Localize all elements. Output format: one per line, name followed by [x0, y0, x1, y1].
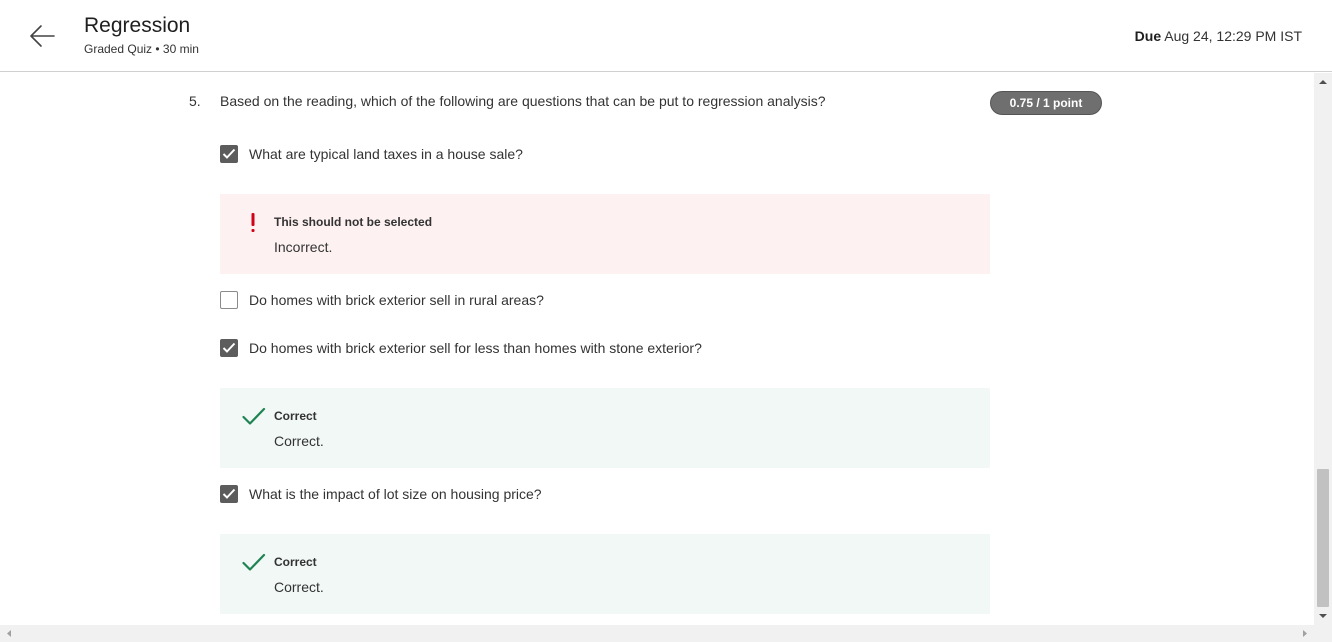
scroll-up-arrow-icon[interactable]	[1314, 75, 1332, 89]
due-date: Due Aug 24, 12:29 PM IST	[1135, 28, 1302, 44]
check-mark-icon	[222, 148, 236, 159]
vertical-scroll-thumb[interactable]	[1317, 469, 1329, 607]
feedback-text: Correct.	[274, 433, 324, 449]
quiz-content: 5. Based on the reading, which of the fo…	[0, 73, 1314, 625]
question-text: Based on the reading, which of the follo…	[220, 93, 826, 109]
feedback-text: Incorrect.	[274, 239, 333, 255]
check-mark-icon	[222, 342, 236, 353]
page-title: Regression	[84, 14, 191, 37]
checkbox-checked[interactable]	[220, 485, 238, 503]
feedback-text: Correct.	[274, 579, 324, 595]
feedback-title: Correct	[274, 555, 317, 569]
due-value: Aug 24, 12:29 PM IST	[1164, 28, 1302, 44]
feedback-incorrect: This should not be selected Incorrect.	[220, 194, 990, 274]
checkmark-icon	[242, 406, 266, 428]
vertical-scrollbar[interactable]	[1314, 73, 1332, 625]
due-label: Due	[1134, 28, 1162, 44]
checkmark-icon	[242, 552, 266, 574]
back-arrow-icon[interactable]	[26, 20, 58, 52]
quiz-subtitle: Graded Quiz • 30 min	[84, 42, 199, 56]
option-label: What are typical land taxes in a house s…	[249, 146, 523, 162]
score-badge: 0.75 / 1 point	[990, 91, 1102, 115]
quiz-header: Regression Graded Quiz • 30 min Due Aug …	[0, 0, 1332, 72]
question-number: 5.	[189, 93, 201, 109]
scroll-down-arrow-icon[interactable]	[1314, 609, 1332, 623]
checkbox-unchecked[interactable]	[220, 291, 238, 309]
feedback-title: This should not be selected	[274, 215, 433, 229]
feedback-correct: Correct Correct.	[220, 534, 990, 614]
feedback-title: Correct	[274, 409, 317, 423]
scroll-right-arrow-icon[interactable]	[1298, 625, 1312, 642]
option-label: Do homes with brick exterior sell for le…	[249, 340, 702, 356]
scrollbar-corner	[1314, 625, 1332, 642]
feedback-correct: Correct Correct.	[220, 388, 990, 468]
option-label: Do homes with brick exterior sell in rur…	[249, 292, 544, 308]
option-label: What is the impact of lot size on housin…	[249, 486, 542, 502]
horizontal-scrollbar[interactable]	[0, 625, 1314, 642]
checkbox-checked[interactable]	[220, 145, 238, 163]
scroll-left-arrow-icon[interactable]	[2, 625, 16, 642]
exclamation-icon	[242, 212, 264, 234]
check-mark-icon	[222, 488, 236, 499]
checkbox-checked[interactable]	[220, 339, 238, 357]
